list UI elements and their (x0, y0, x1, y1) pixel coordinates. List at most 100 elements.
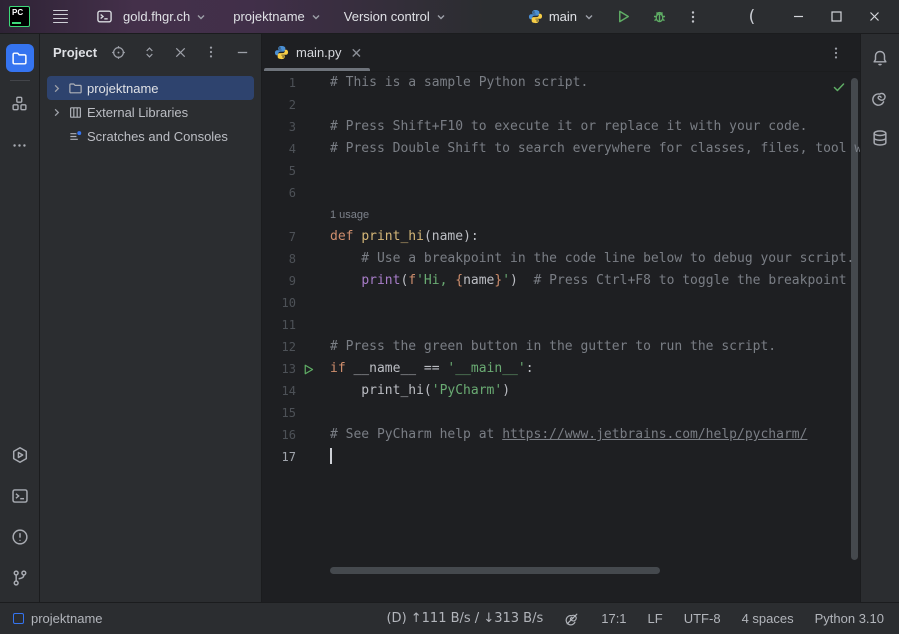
chevron-down-icon (435, 11, 447, 23)
code-line[interactable]: 5 (262, 160, 860, 182)
tab-main-py[interactable]: main.py ✕ (262, 34, 372, 71)
status-caret-position[interactable]: 17:1 (601, 611, 626, 626)
gutter-slot (296, 226, 330, 248)
code-line[interactable]: 15 (262, 402, 860, 424)
line-number[interactable]: 6 (262, 182, 296, 204)
line-number[interactable]: 17 (262, 446, 296, 468)
code-line[interactable]: 4# Press Double Shift to search everywhe… (262, 138, 860, 160)
chevron-right-icon[interactable] (47, 107, 65, 118)
status-line-separator[interactable]: LF (648, 611, 663, 626)
gutter-slot (296, 314, 330, 336)
horizontal-scrollbar[interactable] (330, 567, 660, 574)
line-number[interactable]: 1 (262, 72, 296, 94)
structure-tool-button[interactable] (6, 89, 34, 117)
text-caret (330, 448, 332, 464)
terminal-tool-button[interactable] (6, 482, 34, 510)
pycharm-logo-icon[interactable]: PC (9, 6, 30, 27)
line-number[interactable]: 7 (262, 226, 296, 248)
tab-label: main.py (296, 45, 342, 60)
code-line[interactable]: 13if __name__ == '__main__': (262, 358, 860, 380)
code-line[interactable]: 16# See PyCharm help at https://www.jetb… (262, 424, 860, 446)
status-interpreter[interactable]: Python 3.10 (815, 611, 884, 626)
main-menu-icon[interactable] (49, 6, 72, 28)
line-number[interactable]: 15 (262, 402, 296, 424)
line-number[interactable]: 12 (262, 336, 296, 358)
line-number[interactable]: 5 (262, 160, 296, 182)
maximize-button[interactable] (817, 0, 855, 34)
remote-host-icon[interactable] (94, 4, 115, 29)
line-number[interactable]: 3 (262, 116, 296, 138)
project-tool-button[interactable] (6, 44, 34, 72)
status-indent[interactable]: 4 spaces (742, 611, 794, 626)
editor-tab-bar: main.py ✕ (262, 34, 860, 72)
problems-tool-button[interactable] (6, 523, 34, 551)
chevron-right-icon[interactable] (47, 83, 65, 94)
code-line[interactable]: 11 (262, 314, 860, 336)
more-vertical-icon[interactable] (200, 41, 222, 63)
code-line[interactable]: 9 print(f'Hi, {name}') # Press Ctrl+F8 t… (262, 270, 860, 292)
code-line[interactable]: 8 # Use a breakpoint in the code line be… (262, 248, 860, 270)
line-number[interactable]: 2 (262, 94, 296, 116)
line-number[interactable]: 13 (262, 358, 296, 380)
code-line[interactable]: 1# This is a sample Python script. (262, 72, 860, 94)
ai-disabled-icon[interactable] (564, 611, 580, 627)
code-line[interactable]: 3 # Press Shift+F10 to execute it or repl… (262, 116, 860, 138)
project-menu[interactable]: projektname (231, 5, 324, 28)
more-tool-windows-button[interactable] (6, 131, 34, 159)
ai-assistant-tool-button[interactable] (866, 84, 894, 112)
status-project-label: projektname (31, 611, 103, 626)
line-number[interactable]: 4 (262, 138, 296, 160)
status-transfer-speed[interactable]: (D) ↑111 B/s / ↓313 B/s (386, 611, 543, 626)
crescent-icon[interactable]: ( (733, 0, 771, 34)
gutter-run-icon[interactable] (296, 358, 330, 380)
locate-icon[interactable] (107, 41, 129, 63)
chevron-down-icon (195, 11, 207, 23)
usages-inlay-hint[interactable]: 1 usage (262, 204, 860, 226)
code-line[interactable]: 2 (262, 94, 860, 116)
gutter-slot (296, 94, 330, 116)
code-text: # Press Shift+F10 to execute it or repla… (330, 116, 860, 138)
line-number[interactable]: 16 (262, 424, 296, 446)
inspections-ok-icon[interactable] (832, 80, 846, 94)
tree-item-scratches[interactable]: Scratches and Consoles (47, 124, 254, 148)
close-button[interactable] (855, 0, 893, 34)
vertical-scrollbar[interactable] (851, 78, 858, 560)
expand-all-icon[interactable] (138, 41, 160, 63)
version-control-menu[interactable]: Version control (342, 5, 449, 28)
line-number[interactable]: 11 (262, 314, 296, 336)
status-project-widget[interactable]: projektname (0, 611, 103, 626)
line-number[interactable]: 10 (262, 292, 296, 314)
code-line[interactable]: 7def print_hi(name): (262, 226, 860, 248)
database-tool-button[interactable] (866, 124, 894, 152)
remote-host-menu[interactable]: gold.fhgr.ch (121, 5, 209, 28)
line-number[interactable]: 9 (262, 270, 296, 292)
git-branch-icon (11, 569, 29, 587)
run-configuration-selector[interactable]: main (528, 9, 595, 24)
code-line[interactable]: 17 (262, 446, 860, 468)
debug-button[interactable] (645, 4, 673, 30)
tree-item-projektname[interactable]: projektname (47, 76, 254, 100)
code-text (330, 160, 860, 182)
code-area[interactable]: 1# This is a sample Python script.23 # Pr… (262, 72, 860, 602)
run-button[interactable] (609, 4, 637, 30)
code-line[interactable]: 10 (262, 292, 860, 314)
tab-close-icon[interactable]: ✕ (351, 46, 363, 60)
gutter-slot (296, 292, 330, 314)
more-actions-icon[interactable] (679, 4, 707, 30)
services-tool-button[interactable] (6, 441, 34, 469)
minimize-button[interactable] (779, 0, 817, 34)
notifications-tool-button[interactable] (866, 44, 894, 72)
gutter-slot (296, 380, 330, 402)
code-line[interactable]: 12# Press the green button in the gutter… (262, 336, 860, 358)
version-control-tool-button[interactable] (6, 564, 34, 592)
line-number[interactable]: 14 (262, 380, 296, 402)
code-line[interactable]: 14 print_hi('PyCharm') (262, 380, 860, 402)
line-number[interactable]: 8 (262, 248, 296, 270)
hide-panel-icon[interactable] (231, 41, 253, 63)
tab-options-icon[interactable] (822, 40, 850, 66)
tree-item-external-libraries[interactable]: External Libraries (47, 100, 254, 124)
collapse-all-icon[interactable] (169, 41, 191, 63)
code-text (330, 446, 860, 468)
code-line[interactable]: 6 (262, 182, 860, 204)
status-encoding[interactable]: UTF-8 (684, 611, 721, 626)
